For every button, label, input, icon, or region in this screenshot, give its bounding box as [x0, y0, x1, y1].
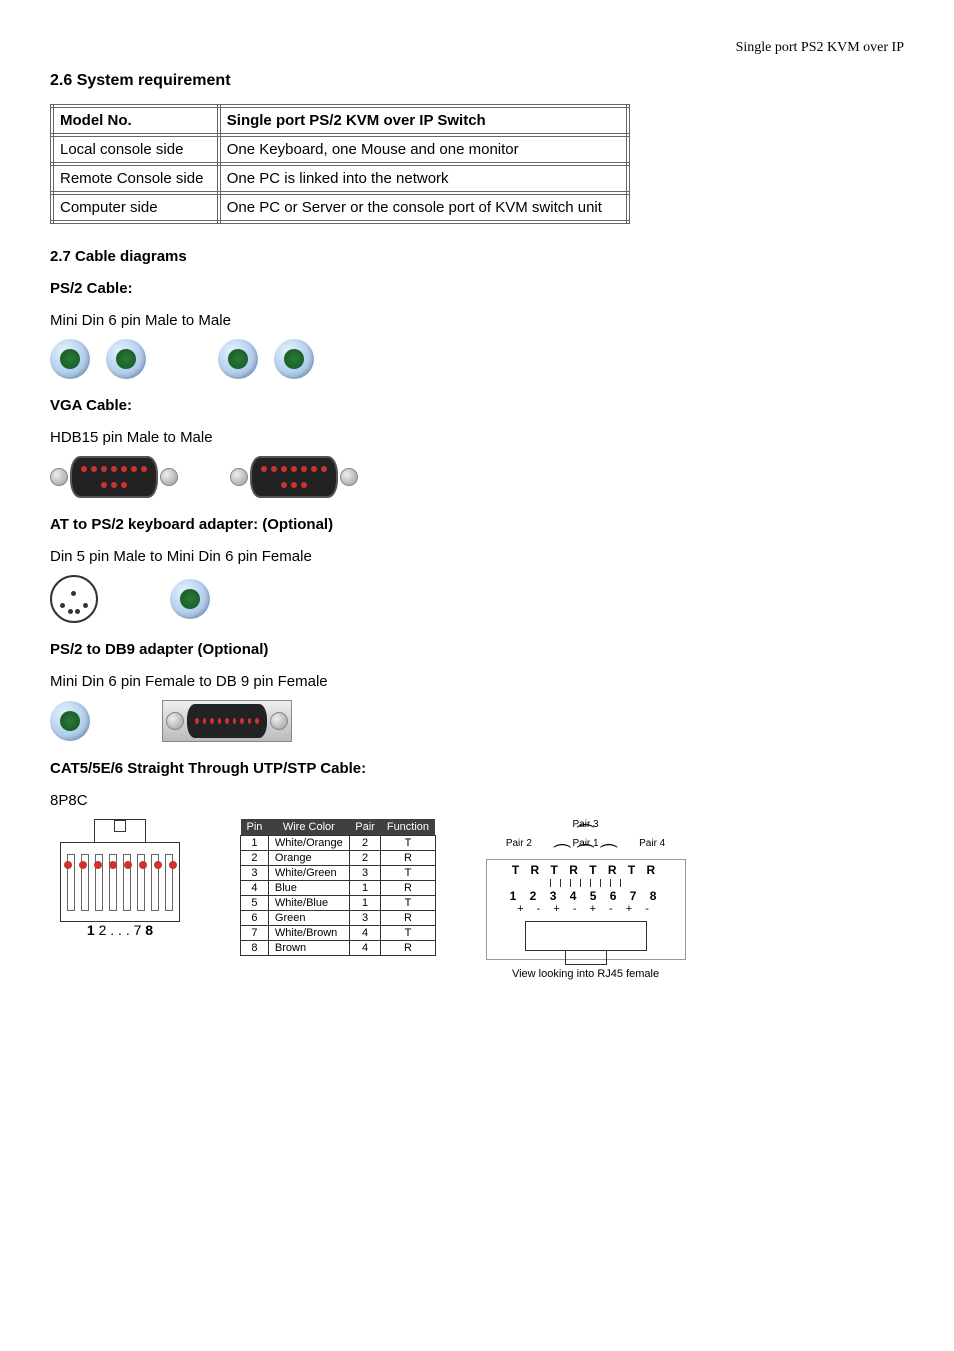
table-row: 8Brown4R [241, 941, 436, 956]
atps2-title: AT to PS/2 keyboard adapter: (Optional) [50, 516, 904, 533]
atps2-diagram [50, 575, 904, 623]
th-function: Function [381, 819, 435, 836]
table-row: Local console side One Keyboard, one Mou… [52, 135, 628, 164]
ps2-cable-title: PS/2 Cable: [50, 280, 904, 297]
rj45-plug-icon: 1 2 . . . 7 8 [50, 819, 190, 938]
table-row: Remote Console side One PC is linked int… [52, 164, 628, 193]
pair2-label: Pair 2 [506, 838, 532, 849]
table-row: 7White/Brown4T [241, 926, 436, 941]
ps2-cable-desc: Mini Din 6 pin Male to Male [50, 312, 904, 329]
table-row: 3White/Green3T [241, 866, 436, 881]
hdb15-icon [230, 456, 358, 498]
cat5-title: CAT5/5E/6 Straight Through UTP/STP Cable… [50, 760, 904, 777]
th-pair: Pair [349, 819, 381, 836]
minidin6-icon [170, 579, 210, 619]
cat5-desc: 8P8C [50, 792, 904, 809]
minidin6-icon [50, 339, 90, 379]
spec-th-product: Single port PS/2 KVM over IP Switch [219, 106, 628, 135]
spec-table: Model No. Single port PS/2 KVM over IP S… [50, 104, 630, 224]
wire-color-table: Pin Wire Color Pair Function 1White/Oran… [240, 819, 436, 956]
pair4-label: Pair 4 [639, 838, 665, 849]
table-row: 4Blue1R [241, 881, 436, 896]
atps2-desc: Din 5 pin Male to Mini Din 6 pin Female [50, 548, 904, 565]
table-row: 1White/Orange2T [241, 836, 436, 851]
spec-cell: Remote Console side [52, 164, 219, 193]
spec-cell: Local console side [52, 135, 219, 164]
vga-cable-desc: HDB15 pin Male to Male [50, 429, 904, 446]
ps2db9-desc: Mini Din 6 pin Female to DB 9 pin Female [50, 673, 904, 690]
rj45-caption: View looking into RJ45 female [486, 968, 686, 980]
table-row: 5White/Blue1T [241, 896, 436, 911]
spec-cell: One PC is linked into the network [219, 164, 628, 193]
spec-cell: One Keyboard, one Mouse and one monitor [219, 135, 628, 164]
table-row: 2Orange2R [241, 851, 436, 866]
rj45-pin-label: 1 2 . . . 7 8 [50, 922, 190, 938]
th-wirecolor: Wire Color [268, 819, 349, 836]
din5-icon [50, 575, 98, 623]
minidin6-icon [50, 701, 90, 741]
pin-signs: + - + - + - + - [491, 903, 681, 915]
cat5-diagram-row: 1 2 . . . 7 8 Pin Wire Color Pair Functi… [50, 819, 904, 980]
spec-cell: One PC or Server or the console port of … [219, 193, 628, 222]
spec-cell: Computer side [52, 193, 219, 222]
table-row: 6Green3R [241, 911, 436, 926]
minidin6-icon [274, 339, 314, 379]
db9-icon [162, 700, 292, 742]
tr-row: T R T R T R T R [491, 863, 681, 877]
ps2-diagram [50, 339, 904, 379]
pin-numbers: 1 2 3 4 5 6 7 8 [491, 889, 681, 903]
vga-diagram [50, 456, 904, 498]
table-row: Computer side One PC or Server or the co… [52, 193, 628, 222]
minidin6-icon [106, 339, 146, 379]
spec-th-model: Model No. [52, 106, 219, 135]
hdb15-icon [50, 456, 178, 498]
ps2db9-title: PS/2 to DB9 adapter (Optional) [50, 641, 904, 658]
minidin6-icon [218, 339, 258, 379]
heading-2-6: 2.6 System requirement [50, 72, 904, 90]
ps2db9-diagram [50, 700, 904, 742]
page-header-product: Single port PS2 KVM over IP [50, 40, 904, 56]
heading-2-7: 2.7 Cable diagrams [50, 248, 904, 265]
th-pin: Pin [241, 819, 269, 836]
vga-cable-title: VGA Cable: [50, 397, 904, 414]
pair-diagram: Pair 3 ⏜ Pair 2 Pair 1 Pair 4 ⏜⏜⏜ T R T … [486, 819, 686, 980]
